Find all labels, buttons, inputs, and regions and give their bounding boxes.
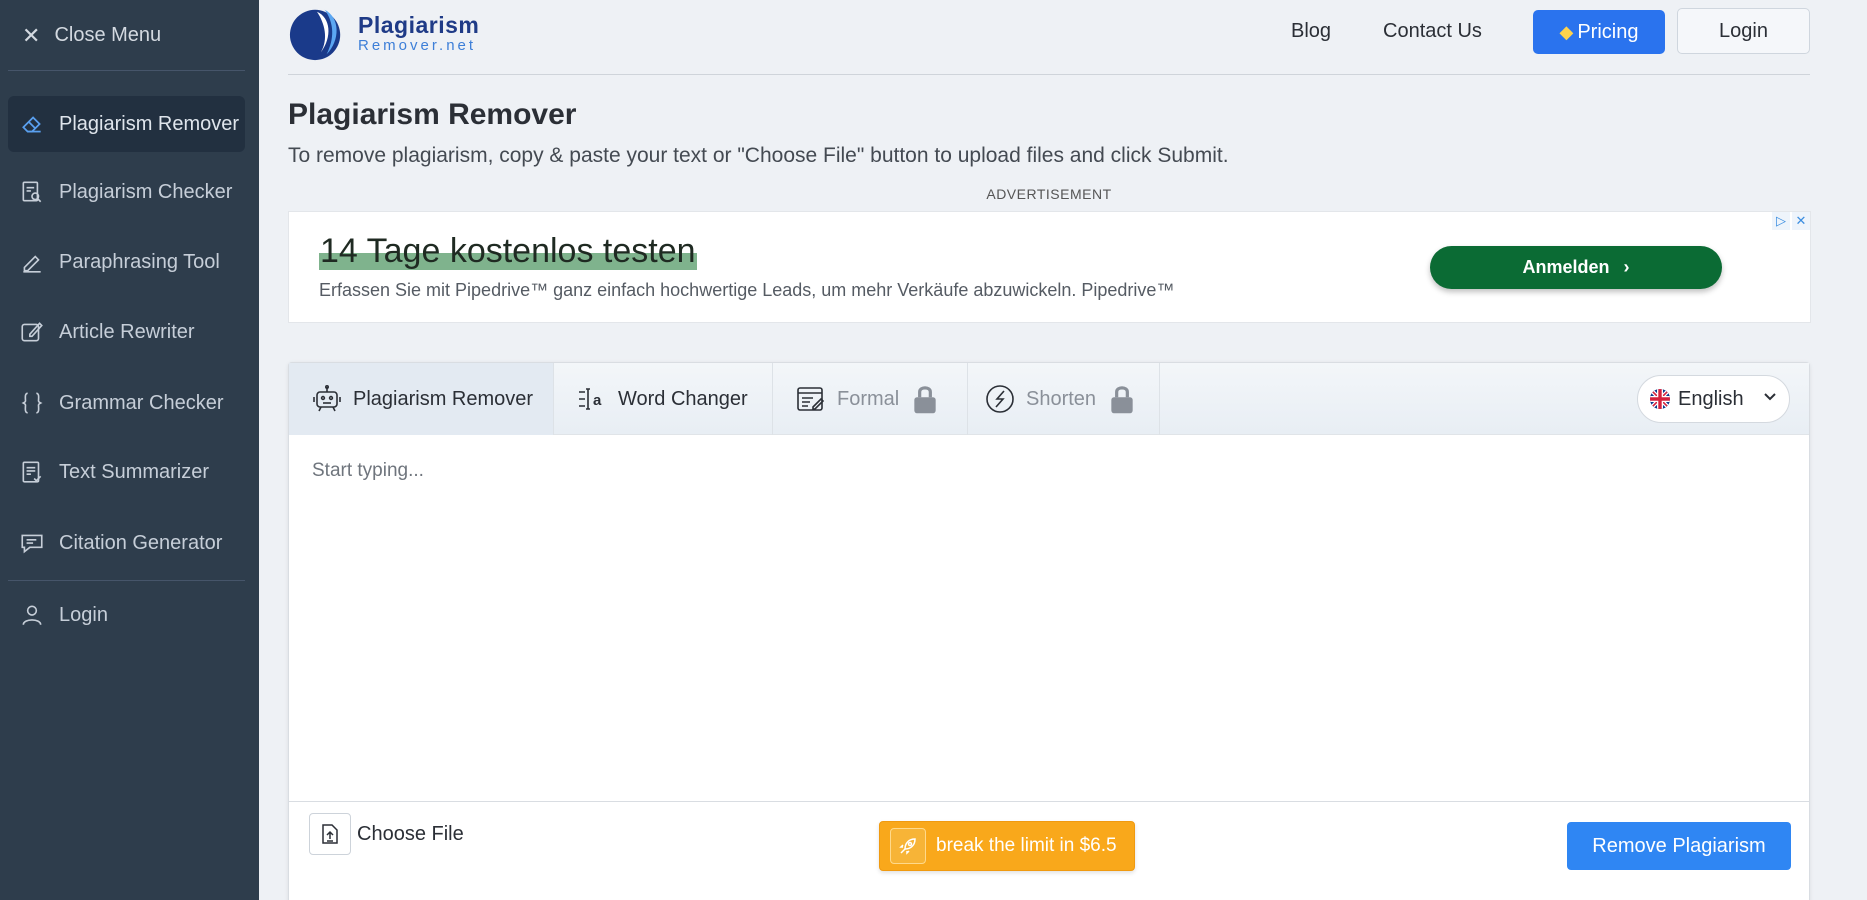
formal-doc-icon bbox=[797, 387, 825, 411]
upload-file-icon bbox=[309, 813, 351, 855]
editor-panel: Plagiarism Remover a Word Changer Formal… bbox=[288, 362, 1810, 900]
ad-description: Erfassen Sie mit Pipedrive™ ganz einfach… bbox=[319, 280, 1175, 300]
ad-cta-label: Anmelden bbox=[1522, 257, 1610, 277]
text-cursor-icon: a bbox=[579, 388, 602, 410]
svg-text:a: a bbox=[593, 392, 602, 409]
sidebar: ✕ Close Menu Plagiarism Remover Plagiari… bbox=[0, 0, 259, 900]
ad-banner[interactable]: 14 Tage kostenlos testen Erfassen Sie mi… bbox=[288, 211, 1811, 323]
close-ad-icon[interactable]: ✕ bbox=[1792, 212, 1810, 230]
sidebar-item-label: Citation Generator bbox=[59, 531, 223, 554]
uk-flag-icon bbox=[1650, 389, 1670, 409]
sidebar-item-login[interactable]: Login bbox=[8, 587, 245, 643]
ad-controls: ▷ ✕ bbox=[1772, 212, 1810, 230]
eraser-icon bbox=[22, 116, 41, 133]
logo-title: Plagiarism bbox=[358, 12, 480, 38]
tab-formal[interactable]: Formal bbox=[773, 363, 968, 435]
tab-plagiarism-remover[interactable]: Plagiarism Remover bbox=[289, 363, 554, 435]
mode-tabs: Plagiarism Remover a Word Changer Formal… bbox=[289, 363, 1809, 435]
language-select[interactable]: English bbox=[1637, 375, 1790, 423]
logo[interactable]: Plagiarism Remover.net bbox=[288, 4, 479, 62]
sidebar-divider bbox=[8, 580, 245, 581]
sidebar-item-text-summarizer[interactable]: Text Summarizer bbox=[8, 444, 245, 500]
header-divider bbox=[288, 74, 1810, 75]
pen-icon bbox=[23, 255, 41, 273]
choose-file-button[interactable]: Choose File bbox=[309, 813, 464, 855]
logo-subtitle: Remover.net bbox=[358, 37, 477, 54]
page-subtitle: To remove plagiarism, copy & paste your … bbox=[288, 144, 1229, 167]
doc-check-icon bbox=[22, 461, 42, 483]
nav-contact-us[interactable]: Contact Us bbox=[1383, 20, 1482, 43]
sidebar-item-plagiarism-checker[interactable]: Plagiarism Checker bbox=[8, 164, 245, 220]
diamond-icon: ◆ bbox=[1559, 21, 1574, 42]
edit-icon bbox=[21, 322, 43, 342]
page-title: Plagiarism Remover bbox=[288, 98, 577, 131]
sidebar-item-label: Grammar Checker bbox=[59, 391, 224, 414]
robot-icon bbox=[313, 384, 341, 412]
close-menu-button[interactable]: ✕ Close Menu bbox=[22, 24, 161, 47]
text-input[interactable] bbox=[289, 436, 1809, 804]
user-icon bbox=[22, 605, 42, 626]
sidebar-item-label: Login bbox=[59, 603, 108, 626]
pricing-button[interactable]: ◆ Pricing bbox=[1533, 10, 1665, 54]
editor-footer-divider bbox=[289, 801, 1809, 802]
tab-label: Word Changer bbox=[618, 387, 748, 410]
adchoices-icon[interactable]: ▷ bbox=[1772, 212, 1790, 230]
chevron-down-icon bbox=[1762, 388, 1778, 411]
sidebar-item-label: Article Rewriter bbox=[59, 320, 195, 343]
remove-plagiarism-button[interactable]: Remove Plagiarism bbox=[1567, 822, 1791, 870]
chevron-right-icon: › bbox=[1623, 257, 1630, 277]
lock-icon bbox=[914, 386, 936, 414]
lock-icon bbox=[1111, 386, 1133, 414]
tab-label: Plagiarism Remover bbox=[353, 387, 534, 410]
sidebar-item-label: Text Summarizer bbox=[59, 460, 210, 483]
quote-icon bbox=[21, 534, 43, 554]
sidebar-item-citation-generator[interactable]: Citation Generator bbox=[8, 515, 245, 571]
shorten-icon bbox=[986, 385, 1014, 413]
choose-file-label: Choose File bbox=[357, 822, 464, 845]
tab-label: Formal bbox=[837, 387, 900, 410]
sidebar-item-paraphrasing-tool[interactable]: Paraphrasing Tool bbox=[8, 234, 245, 290]
ad-headline[interactable]: 14 Tage kostenlos testen bbox=[319, 232, 697, 271]
tab-shorten[interactable]: Shorten bbox=[968, 363, 1160, 435]
sidebar-item-plagiarism-remover[interactable]: Plagiarism Remover bbox=[8, 96, 245, 152]
rocket-icon bbox=[890, 828, 926, 864]
break-limit-label: break the limit in $6.5 bbox=[936, 835, 1117, 856]
logo-icon bbox=[289, 9, 341, 61]
sidebar-item-label: Paraphrasing Tool bbox=[59, 250, 220, 273]
tab-label: Shorten bbox=[1026, 387, 1097, 410]
close-menu-label: Close Menu bbox=[54, 24, 162, 46]
braces-icon bbox=[21, 392, 43, 414]
ad-cta-button[interactable]: Anmelden › bbox=[1430, 246, 1722, 289]
sidebar-item-label: Plagiarism Checker bbox=[59, 180, 233, 203]
pricing-label: Pricing bbox=[1577, 20, 1639, 43]
sidebar-item-grammar-checker[interactable]: Grammar Checker bbox=[8, 375, 245, 431]
close-icon: ✕ bbox=[22, 22, 41, 48]
nav-blog[interactable]: Blog bbox=[1291, 20, 1331, 43]
sidebar-divider bbox=[8, 70, 245, 71]
tab-word-changer[interactable]: a Word Changer bbox=[554, 363, 773, 435]
language-label: English bbox=[1678, 387, 1744, 410]
sidebar-item-article-rewriter[interactable]: Article Rewriter bbox=[8, 304, 245, 360]
ad-label: ADVERTISEMENT bbox=[986, 186, 1112, 202]
break-limit-button[interactable]: break the limit in $6.5 bbox=[879, 821, 1135, 871]
login-button[interactable]: Login bbox=[1677, 8, 1810, 54]
doc-search-icon bbox=[22, 181, 42, 203]
sidebar-item-label: Plagiarism Remover bbox=[59, 112, 240, 135]
